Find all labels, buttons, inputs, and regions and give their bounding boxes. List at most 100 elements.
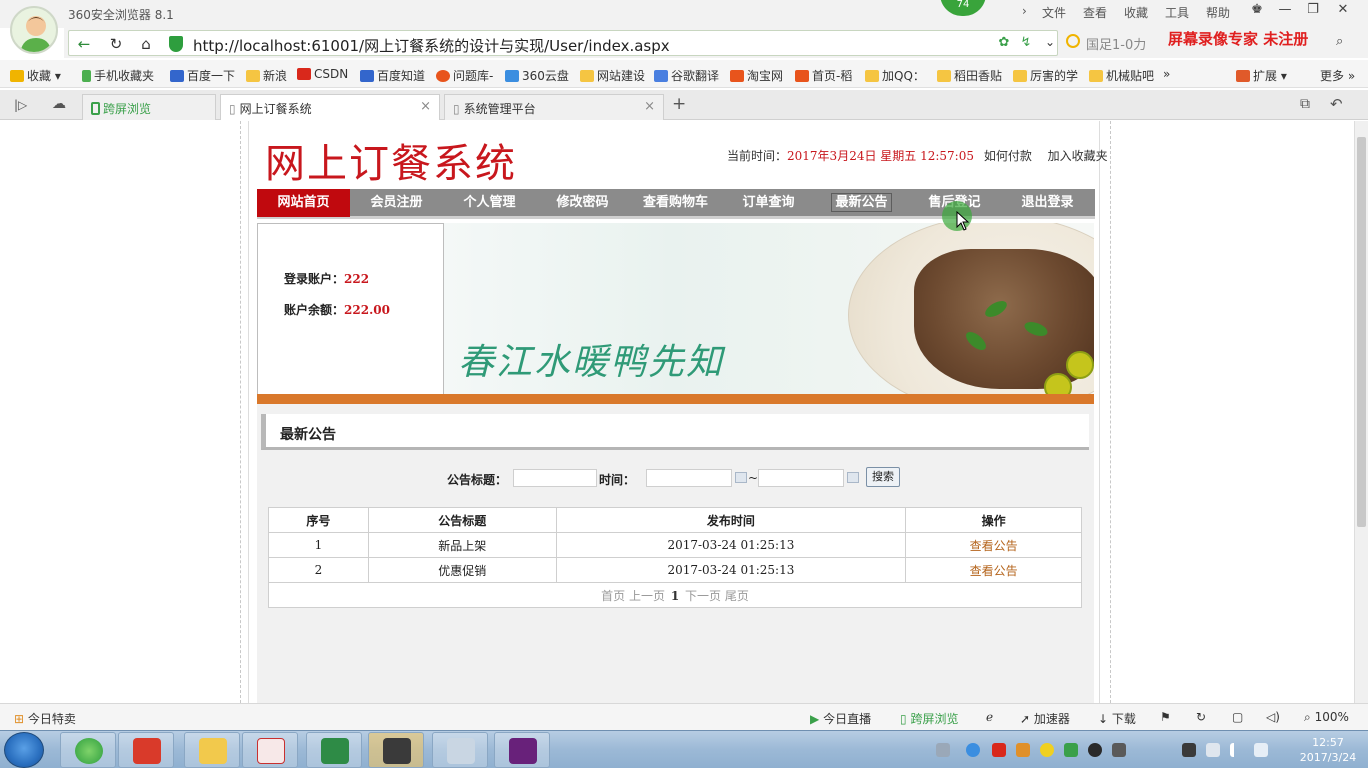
bookmark-item[interactable]: 机械贴吧 bbox=[1089, 67, 1154, 84]
qq-icon[interactable] bbox=[1088, 743, 1102, 757]
taskbar-app[interactable] bbox=[118, 732, 174, 768]
taskbar-explorer[interactable] bbox=[184, 732, 240, 768]
url-field[interactable]: http://localhost:61001/网上订餐系统的设计与实现/User… bbox=[193, 35, 670, 56]
nav-register[interactable]: 会员注册 bbox=[350, 189, 443, 217]
zoom-control[interactable]: ⌕ 100% bbox=[1304, 710, 1349, 725]
bookmark-item[interactable]: 百度知道 bbox=[360, 67, 425, 84]
bookmark-item[interactable]: 360云盘 bbox=[505, 67, 569, 84]
tab-admin-platform[interactable]: ▯ 系统管理平台 × bbox=[444, 94, 664, 120]
bookmark-item[interactable]: 手机收藏夹 bbox=[82, 67, 154, 84]
bookmark-favorites[interactable]: 收藏 ▾ bbox=[10, 67, 61, 84]
chevron-down-icon[interactable]: ⌄ bbox=[1039, 35, 1061, 55]
menu-view[interactable]: 查看 bbox=[1083, 4, 1107, 21]
start-button[interactable] bbox=[4, 732, 44, 768]
nav-cart[interactable]: 查看购物车 bbox=[629, 189, 722, 217]
minimize-button[interactable]: — bbox=[1272, 2, 1298, 22]
taskbar-app[interactable] bbox=[432, 732, 488, 768]
taskbar-browser-app[interactable] bbox=[60, 732, 116, 768]
flag-icon[interactable]: ⚑ bbox=[1160, 710, 1171, 724]
menu-help[interactable]: 帮助 bbox=[1206, 4, 1230, 21]
bookmark-item[interactable]: 谷歌翻译 bbox=[654, 67, 719, 84]
notification-badge[interactable]: 74 bbox=[940, 0, 986, 16]
volume-icon[interactable]: ◁) bbox=[1266, 710, 1280, 724]
taskbar-visual-studio[interactable] bbox=[494, 732, 550, 768]
tray-app-icon[interactable] bbox=[1016, 743, 1030, 757]
chevron-right-icon[interactable]: › bbox=[1022, 4, 1027, 18]
taskbar-app-active[interactable] bbox=[368, 732, 424, 768]
start-date-input[interactable] bbox=[646, 469, 732, 487]
tab-ordering-system[interactable]: ▯ 网上订餐系统 × bbox=[220, 94, 440, 120]
nav-logout[interactable]: 退出登录 bbox=[1001, 189, 1094, 217]
download-button[interactable]: ↓ 下载 bbox=[1098, 710, 1136, 727]
extensions-button[interactable]: 扩展 ▾ bbox=[1236, 67, 1287, 84]
sidebar-toggle-icon[interactable]: |▷ bbox=[14, 98, 27, 112]
bookmark-item[interactable]: CSDN bbox=[297, 67, 348, 81]
pager-next[interactable]: 下一页 bbox=[685, 589, 721, 603]
calendar-icon[interactable] bbox=[735, 472, 747, 483]
skin-icon[interactable]: ♚ bbox=[1244, 2, 1270, 22]
bookmark-item[interactable]: 加QQ： bbox=[865, 67, 925, 84]
more-button[interactable]: 更多 » bbox=[1320, 67, 1355, 84]
bookmark-item[interactable]: 百度一下 bbox=[170, 67, 235, 84]
how-to-pay-link[interactable]: 如何付款 bbox=[984, 149, 1032, 163]
pager-last[interactable]: 尾页 bbox=[725, 589, 749, 603]
bookmark-item[interactable]: 厉害的学 bbox=[1013, 67, 1078, 84]
title-search-input[interactable] bbox=[513, 469, 597, 487]
nav-profile[interactable]: 个人管理 bbox=[443, 189, 536, 217]
vertical-scrollbar[interactable] bbox=[1354, 121, 1368, 703]
tray-app-icon[interactable] bbox=[1112, 743, 1126, 757]
cloud-icon[interactable]: ☁ bbox=[52, 96, 66, 112]
tab-cross-screen[interactable]: 跨屏浏览 bbox=[82, 94, 216, 120]
bookmark-item[interactable]: 淘宝网 bbox=[730, 67, 783, 84]
tray-app-icon[interactable] bbox=[1182, 743, 1196, 757]
close-tab-icon[interactable]: × bbox=[644, 99, 655, 114]
signal-icon[interactable] bbox=[1230, 743, 1244, 757]
search-engine-icon[interactable] bbox=[1066, 34, 1080, 48]
close-tab-icon[interactable]: × bbox=[420, 99, 431, 114]
window-icon[interactable]: ▢ bbox=[1232, 710, 1243, 724]
menu-file[interactable]: 文件 bbox=[1042, 4, 1066, 21]
new-tab-button[interactable]: + bbox=[672, 94, 686, 114]
refresh-icon[interactable]: ↻ bbox=[1196, 710, 1206, 724]
nav-home[interactable]: 网站首页 bbox=[257, 189, 350, 217]
bookmark-item[interactable]: 网站建设 bbox=[580, 67, 645, 84]
restore-tabs-icon[interactable]: ⧉ bbox=[1300, 96, 1310, 112]
taskbar-app[interactable] bbox=[242, 732, 298, 768]
bookmark-item[interactable]: 稻田香贴 bbox=[937, 67, 1002, 84]
home-icon[interactable]: ⌂ bbox=[135, 35, 157, 55]
tray-app-icon[interactable] bbox=[1206, 743, 1220, 757]
bookmark-item[interactable]: 问题库- bbox=[436, 67, 493, 84]
speed-icon[interactable]: ✿ bbox=[993, 35, 1015, 55]
keyboard-icon[interactable] bbox=[936, 743, 950, 757]
calendar-icon[interactable] bbox=[847, 472, 859, 483]
undo-close-icon[interactable]: ↶ bbox=[1330, 95, 1343, 113]
restore-button[interactable]: ❐ bbox=[1300, 2, 1326, 22]
bookmark-item[interactable]: 首页-稻 bbox=[795, 67, 852, 84]
nav-change-password[interactable]: 修改密码 bbox=[536, 189, 629, 217]
shield-icon[interactable] bbox=[1064, 743, 1078, 757]
refresh-icon[interactable]: ↻ bbox=[105, 35, 127, 55]
view-announcement-link[interactable]: 查看公告 bbox=[970, 539, 1018, 553]
tray-app-icon[interactable] bbox=[1040, 743, 1054, 757]
search-icon[interactable]: ⌕ bbox=[1336, 34, 1343, 49]
end-date-input[interactable] bbox=[758, 469, 844, 487]
tray-app-icon[interactable] bbox=[966, 743, 980, 757]
accelerator-button[interactable]: ➚ 加速器 bbox=[1020, 710, 1070, 727]
address-input-box[interactable]: ← ↻ ⌂ http://localhost:61001/网上订餐系统的设计与实… bbox=[68, 30, 1058, 56]
live-button[interactable]: ▶ 今日直播 bbox=[810, 710, 871, 727]
view-announcement-link[interactable]: 查看公告 bbox=[970, 564, 1018, 578]
pager-first[interactable]: 首页 bbox=[601, 589, 625, 603]
ie-icon[interactable]: ℯ bbox=[986, 710, 993, 724]
scroll-thumb[interactable] bbox=[1357, 137, 1366, 527]
bookmark-item[interactable]: 新浪 bbox=[246, 67, 287, 84]
pager-prev[interactable]: 上一页 bbox=[629, 589, 665, 603]
site-logo[interactable]: 网上订餐系统 bbox=[265, 131, 517, 189]
taskbar-clock[interactable]: 12:57 2017/3/24 bbox=[1296, 735, 1360, 765]
cross-screen-button[interactable]: ▯ 跨屏浏览 bbox=[900, 710, 958, 727]
nav-orders[interactable]: 订单查询 bbox=[722, 189, 815, 217]
search-input[interactable]: 国足1-0力 bbox=[1086, 34, 1146, 53]
more-bookmarks-icon[interactable]: » bbox=[1163, 67, 1170, 81]
search-button[interactable]: 搜索 bbox=[866, 467, 900, 487]
user-avatar[interactable] bbox=[10, 6, 58, 54]
tray-app-icon[interactable] bbox=[992, 743, 1006, 757]
